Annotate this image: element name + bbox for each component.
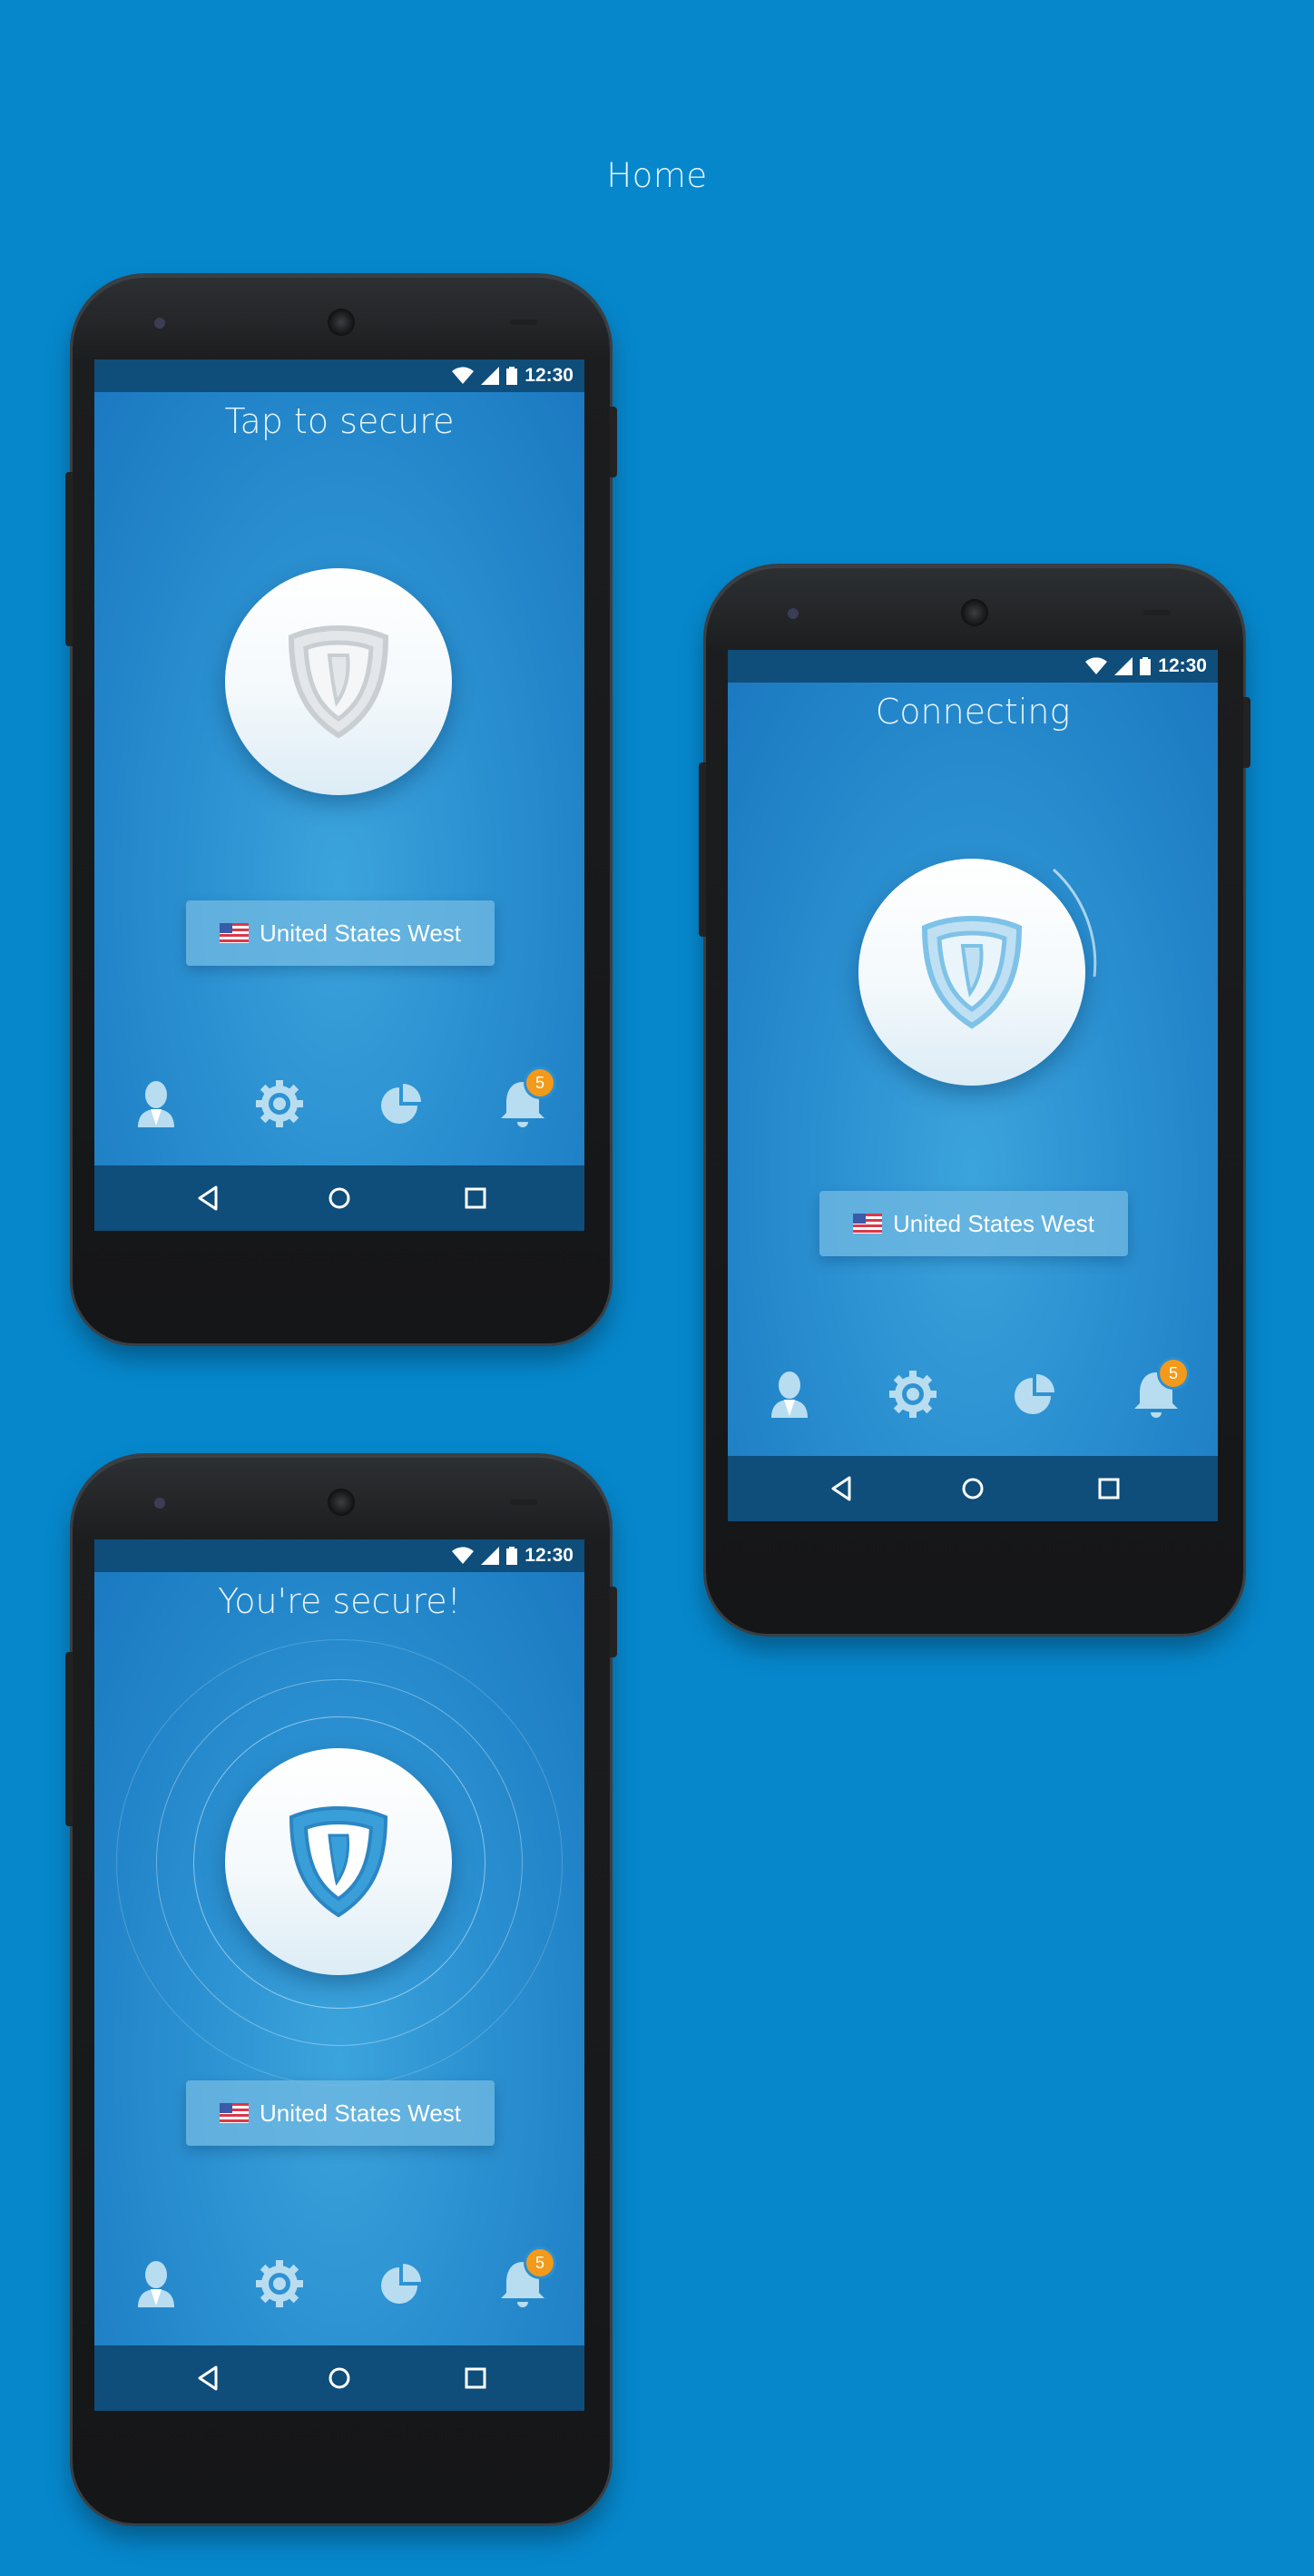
status-time: 12:30 [1158,655,1207,676]
screen-title: Connecting [875,692,1071,732]
volume-button [699,762,706,937]
front-camera [154,318,165,329]
volume-button [65,472,73,646]
secure-toggle-button[interactable] [858,859,1085,1086]
phone-connecting: 12:30 Connecting United States West 5 [699,566,1250,1634]
front-camera [154,1498,165,1509]
shield-icon [288,624,389,739]
account-icon [771,1372,808,1418]
cell-signal-icon [1114,657,1133,675]
home-icon[interactable] [956,1472,989,1505]
account-icon [138,2261,174,2307]
account-icon [138,1081,174,1127]
bottom-tab-bar: 5 [94,1067,584,1140]
wifi-icon [452,1547,475,1564]
secure-toggle-button[interactable] [225,1748,452,1975]
notification-count-badge: 5 [526,1069,554,1096]
status-time: 12:30 [525,1545,574,1566]
page-title: Home [606,156,708,195]
back-icon[interactable] [192,2362,225,2394]
wifi-icon [452,367,475,384]
notification-count-badge: 5 [1160,1360,1187,1387]
recents-icon[interactable] [459,2362,492,2394]
tab-settings[interactable] [250,1075,309,1133]
cell-signal-icon [481,1547,500,1565]
tab-notifications[interactable]: 5 [1127,1360,1187,1423]
us-flag-icon [219,2103,249,2123]
tab-statistics[interactable] [372,2255,430,2313]
recents-icon[interactable] [1093,1472,1125,1505]
tab-statistics[interactable] [372,1075,430,1133]
earpiece [961,599,988,626]
wifi-icon [1085,657,1108,674]
screen-title: Tap to secure [224,401,455,441]
system-navigation-bar [94,2345,584,2411]
sensor [1143,610,1171,615]
earpiece [328,1489,355,1516]
recents-icon[interactable] [459,1182,492,1214]
gear-icon [256,2260,303,2307]
tab-account[interactable] [127,2255,185,2313]
location-selector-button[interactable]: United States West [819,1191,1128,1256]
front-camera [788,608,799,619]
app-screen: 12:30 Connecting United States West 5 [728,650,1218,1521]
notification-count-badge: 5 [526,2249,554,2276]
tab-account[interactable] [127,1075,185,1133]
status-time: 12:30 [525,365,574,386]
location-label: United States West [259,2099,462,2127]
shield-icon [289,1805,388,1918]
shield-icon [921,915,1023,1029]
tab-statistics[interactable] [1005,1365,1064,1423]
tab-settings[interactable] [250,2255,309,2313]
location-label: United States West [892,1209,1095,1237]
location-selector-button[interactable]: United States West [186,900,495,966]
tab-notifications[interactable]: 5 [494,1069,554,1133]
home-icon[interactable] [323,1182,356,1214]
bottom-tab-bar: 5 [94,2247,584,2320]
sensor [510,1499,537,1505]
screen-title: You're secure! [218,1581,461,1621]
secure-toggle-button[interactable] [225,568,452,795]
sensor [510,320,537,325]
volume-button [65,1652,73,1826]
phone-secure: 12:30 You're secure! United States West [65,1456,617,2523]
cell-signal-icon [481,367,500,385]
battery-icon [1140,657,1152,675]
location-selector-button[interactable]: United States West [186,2080,495,2146]
home-icon[interactable] [323,2362,356,2394]
tab-settings[interactable] [884,1365,942,1423]
earpiece [328,309,355,336]
back-icon[interactable] [192,1182,225,1214]
system-navigation-bar [94,1165,584,1231]
location-label: United States West [259,919,462,947]
tab-account[interactable] [760,1365,819,1423]
power-button [1243,697,1250,768]
app-screen: 12:30 Tap to secure United States West 5 [94,359,584,1231]
us-flag-icon [219,923,249,943]
status-bar: 12:30 [94,1539,584,1572]
battery-icon [506,367,518,385]
bottom-tab-bar: 5 [728,1358,1218,1431]
pie-chart-icon [1015,1374,1054,1414]
back-icon[interactable] [826,1472,858,1505]
gear-icon [256,1080,303,1127]
system-navigation-bar [728,1456,1218,1521]
power-button [610,1587,617,1657]
power-button [610,407,617,477]
pie-chart-icon [381,2264,421,2304]
status-bar: 12:30 [728,650,1218,683]
tab-notifications[interactable]: 5 [494,2249,554,2313]
gear-icon [889,1371,936,1418]
battery-icon [506,1547,518,1565]
us-flag-icon [852,1214,882,1234]
phone-tap-to-secure: 12:30 Tap to secure United States West 5 [65,276,617,1343]
status-bar: 12:30 [94,359,584,392]
pie-chart-icon [381,1084,421,1124]
app-screen: 12:30 You're secure! United States West [94,1539,584,2411]
